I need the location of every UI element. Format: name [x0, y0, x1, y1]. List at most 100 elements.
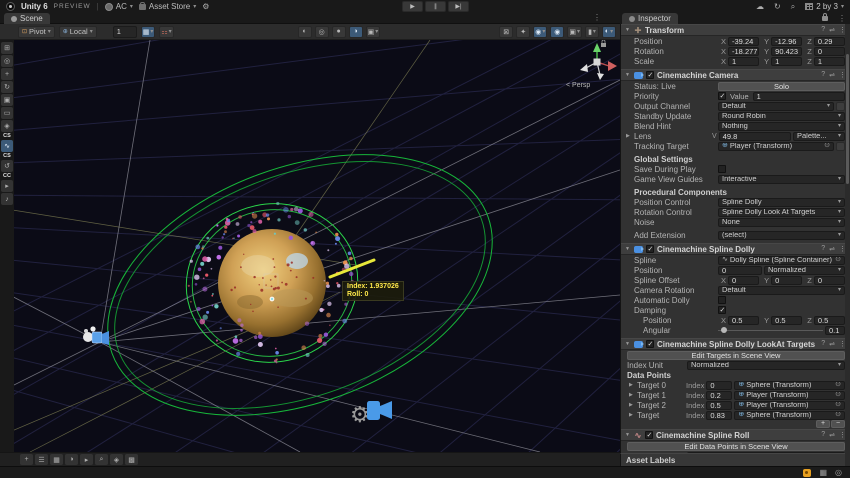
- preset-icon[interactable]: ⇌: [829, 71, 835, 79]
- audio-mute-icon[interactable]: ♪: [1, 193, 13, 205]
- audio-toggle-button[interactable]: ◑: [348, 25, 363, 38]
- camera-preview-button[interactable]: ◉: [550, 25, 565, 38]
- orientation-dropdown[interactable]: ⊕ Local ▾: [58, 25, 97, 38]
- preset-icon[interactable]: ⇌: [829, 245, 835, 253]
- tracking-target-field[interactable]: ⊕ Player (Transform) ⊙: [718, 141, 834, 151]
- asset-store-menu[interactable]: Asset Store ▾: [138, 1, 196, 11]
- help-icon[interactable]: ?: [821, 245, 825, 253]
- player-object[interactable]: [269, 296, 275, 302]
- output-channel-options-button[interactable]: [836, 101, 845, 111]
- foldout-closed-icon[interactable]: ▶: [629, 382, 635, 388]
- planet-sphere[interactable]: [218, 229, 326, 337]
- cinemachine-camera-icon[interactable]: ⚙: [350, 401, 392, 428]
- lookat-targets-header[interactable]: ▼ Cinemachine Spline Dolly LookAt Target…: [621, 338, 850, 350]
- damping-x-field[interactable]: 0.5: [728, 315, 760, 325]
- component-enabled-checkbox[interactable]: [646, 245, 654, 253]
- offset-y-field[interactable]: 0: [771, 275, 803, 285]
- target-index-field[interactable]: 0.83: [706, 410, 733, 420]
- transform-tool-icon[interactable]: ◈: [1, 120, 13, 132]
- output-channel-dropdown[interactable]: Default: [718, 101, 834, 111]
- position-units-dropdown[interactable]: Normalized: [764, 265, 845, 275]
- object-picker-icon[interactable]: ⊙: [835, 402, 841, 409]
- position-y-field[interactable]: -12.96: [771, 36, 803, 46]
- history-icon[interactable]: ↻: [774, 2, 781, 11]
- cinemachine-tool-icon[interactable]: ▸: [1, 180, 13, 192]
- transform-header[interactable]: ▼ ✛ Transform ? ⇌ ⋮: [621, 24, 850, 36]
- tab-inspector[interactable]: Inspector: [622, 13, 678, 24]
- rotate-tool-icon[interactable]: ↻: [1, 81, 13, 93]
- grid-snap-dropdown[interactable]: ▦ ▾: [140, 25, 156, 38]
- effects-dropdown[interactable]: ▣ ▾: [365, 25, 381, 38]
- standby-update-dropdown[interactable]: Round Robin: [718, 111, 845, 121]
- overlay-grid-icon[interactable]: ▦: [50, 454, 63, 465]
- edit-targets-button[interactable]: Edit Targets in Scene View: [627, 350, 845, 360]
- grid-tool-icon[interactable]: ⊞: [1, 42, 13, 54]
- snap-increment-field[interactable]: 1: [112, 25, 137, 38]
- solo-button[interactable]: Solo: [718, 81, 845, 91]
- component-enabled-checkbox[interactable]: [645, 431, 653, 439]
- grid-visual-dropdown[interactable]: ▮ ▾: [585, 25, 599, 38]
- scene-visibility-dropdown[interactable]: ◉ ▾: [533, 25, 548, 38]
- overlay-toggle-button[interactable]: ⊠: [499, 25, 514, 38]
- help-icon[interactable]: ?: [821, 431, 825, 439]
- preset-icon[interactable]: ⇌: [829, 340, 835, 348]
- damping-checkbox[interactable]: [718, 306, 726, 314]
- component-enabled-checkbox[interactable]: [646, 71, 654, 79]
- 2d-toggle-button[interactable]: ◎: [314, 25, 329, 38]
- add-extension-dropdown[interactable]: (select): [718, 230, 845, 240]
- priority-checkbox[interactable]: [718, 92, 726, 100]
- offset-z-field[interactable]: 0: [813, 275, 845, 285]
- cinemachine-camera-header[interactable]: ▼ Cinemachine Camera ? ⇌ ⋮: [621, 69, 850, 81]
- position-x-field[interactable]: -39.24: [728, 36, 760, 46]
- lookat-index-unit-dropdown[interactable]: Normalized: [687, 360, 845, 370]
- play-button[interactable]: ▶: [402, 1, 423, 12]
- cloud-icon[interactable]: ☁: [756, 2, 764, 11]
- scale-y-field[interactable]: 1: [771, 56, 803, 66]
- settings-gear-icon[interactable]: ⚙: [202, 2, 209, 11]
- spline-edit-tool-icon[interactable]: ∿: [1, 140, 13, 152]
- foldout-open-icon[interactable]: ▼: [625, 72, 631, 78]
- gizmo-select-button[interactable]: ✦: [516, 25, 531, 38]
- foldout-open-icon[interactable]: ▼: [625, 246, 631, 252]
- preset-icon[interactable]: ⇌: [829, 431, 835, 439]
- angular-value-field[interactable]: 0.1: [825, 325, 845, 335]
- search-icon[interactable]: ⌕: [791, 2, 795, 12]
- foldout-open-icon[interactable]: ▼: [625, 432, 631, 438]
- account-menu[interactable]: AC ▾: [104, 2, 133, 11]
- lens-mode-label[interactable]: V: [712, 133, 717, 140]
- gizmos-dropdown[interactable]: ◐ ▾: [602, 25, 616, 38]
- layout-dropdown[interactable]: 2 by 3 ▾: [805, 2, 844, 11]
- overlay-shading-icon[interactable]: ◑: [65, 454, 78, 465]
- target-object-field[interactable]: ⊕ Sphere (Transform) ⊙: [734, 410, 845, 420]
- inspector-menu-icon[interactable]: ⋮: [834, 14, 850, 23]
- edit-datapoints-button[interactable]: Edit Data Points in Scene View: [627, 441, 845, 451]
- orientation-gizmo[interactable]: [580, 43, 617, 80]
- spline-object-field[interactable]: ∿ Dolly Spline (Spline Container) ⊙: [718, 255, 845, 265]
- pivot-mode-dropdown[interactable]: ⊡ Pivot ▾: [18, 25, 55, 38]
- lens-fov-field[interactable]: 49.8: [718, 131, 791, 141]
- automatic-dolly-checkbox[interactable]: [718, 296, 726, 304]
- object-picker-icon[interactable]: ⊙: [835, 392, 841, 399]
- damping-z-field[interactable]: 0.5: [813, 315, 845, 325]
- scale-z-field[interactable]: 1: [813, 56, 845, 66]
- overlay-zoom-icon[interactable]: ⌕: [95, 454, 108, 465]
- package-manager-icon[interactable]: ▦: [819, 468, 827, 477]
- help-icon[interactable]: ?: [821, 71, 825, 79]
- asset-labels-footer[interactable]: Asset Labels: [620, 453, 850, 466]
- overlay-move-icon[interactable]: +: [20, 454, 33, 465]
- object-picker-icon[interactable]: ⊙: [835, 412, 841, 419]
- perspective-mode-label[interactable]: < Persp: [566, 82, 590, 89]
- game-view-guides-dropdown[interactable]: Interactive: [718, 174, 845, 184]
- increment-snap-dropdown[interactable]: ⚏ ▾: [159, 25, 174, 38]
- overlay-play-icon[interactable]: ▸: [80, 454, 93, 465]
- priority-value-field[interactable]: 1: [752, 91, 845, 101]
- target-index-field[interactable]: 0.5: [706, 400, 733, 410]
- tracking-target-options-button[interactable]: [836, 141, 845, 151]
- help-icon[interactable]: ?: [821, 340, 825, 348]
- target-object-field[interactable]: ⊕ Player (Transform) ⊙: [734, 390, 845, 400]
- help-icon[interactable]: ?: [821, 26, 825, 34]
- component-enabled-checkbox[interactable]: [646, 340, 654, 348]
- view-tool-icon[interactable]: ◎: [1, 55, 13, 67]
- scale-tool-icon[interactable]: ▣: [1, 94, 13, 106]
- camera-rotation-dropdown[interactable]: Default: [718, 285, 845, 295]
